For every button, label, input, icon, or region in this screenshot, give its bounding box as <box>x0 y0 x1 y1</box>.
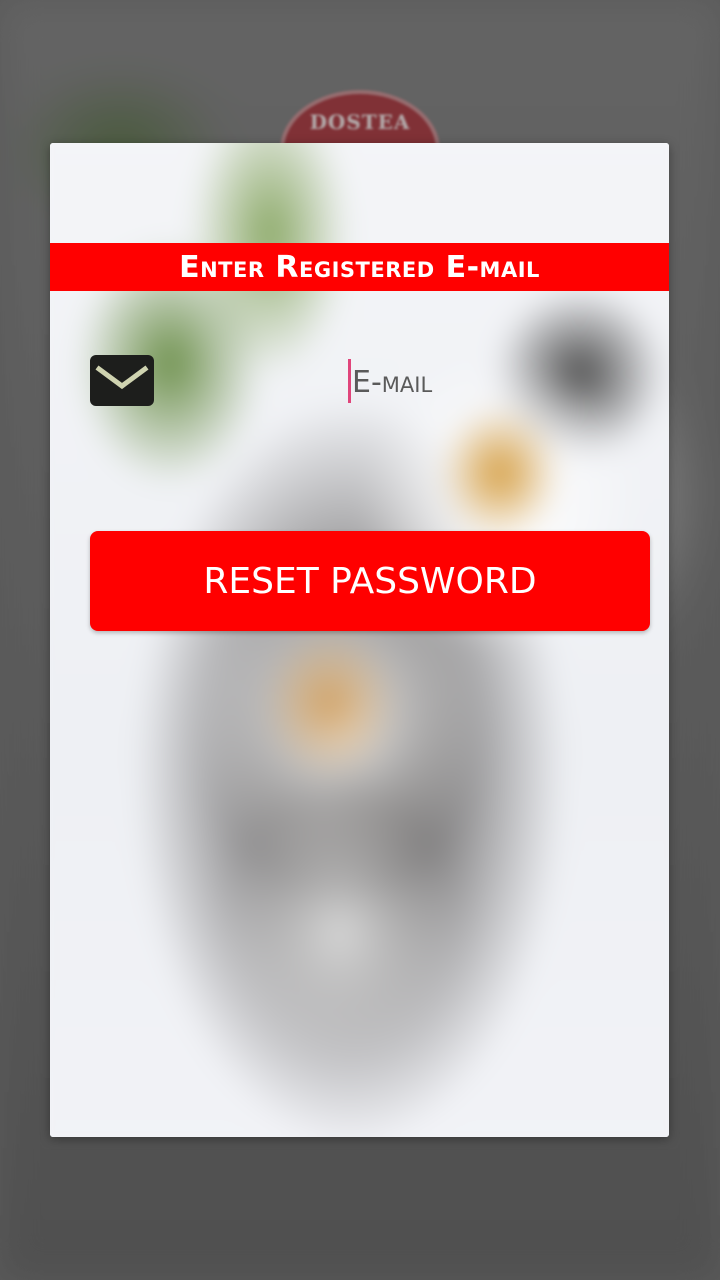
dialog-title-banner: Enter Registered E-mail <box>50 243 669 291</box>
email-input[interactable] <box>348 357 652 407</box>
reset-password-dialog: Enter Registered E-mail RESET PASSWORD <box>50 143 669 1137</box>
mail-icon <box>90 355 154 406</box>
screen: DOSTEA Enter Registered E-mail RESET PAS… <box>0 0 720 1280</box>
reset-password-button-label: RESET PASSWORD <box>203 560 537 602</box>
text-cursor <box>348 359 351 403</box>
reset-password-button[interactable]: RESET PASSWORD <box>90 531 650 631</box>
dialog-title: Enter Registered E-mail <box>179 250 540 285</box>
dialog-background-image <box>50 143 669 1137</box>
